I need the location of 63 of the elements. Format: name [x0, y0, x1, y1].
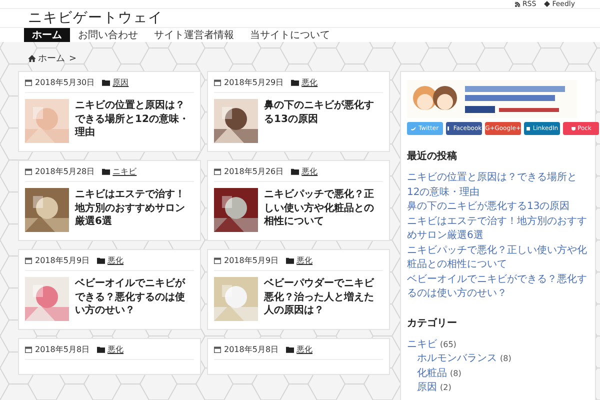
recent-post-link[interactable]: ニキビはエステで治す！地方別のおすすめサロン厳選6選 [407, 214, 589, 244]
folder-icon [290, 168, 299, 175]
home-icon [28, 55, 36, 62]
post-date: 2018年5月26日 [224, 166, 284, 177]
calendar-icon [214, 346, 221, 353]
category-link[interactable]: 悪化 [108, 344, 124, 355]
category-link[interactable]: 悪化 [302, 166, 318, 177]
post-date: 2018年5月8日 [35, 344, 90, 355]
post-date: 2018年5月9日 [224, 255, 279, 266]
category-link[interactable]: 化粧品 [417, 366, 447, 381]
post-date: 2018年5月29日 [224, 77, 284, 88]
category-link[interactable]: 原因 [417, 381, 437, 396]
calendar-icon [25, 257, 32, 264]
category-count: (2) [440, 383, 452, 392]
post-date: 2018年5月30日 [35, 77, 95, 88]
post-title[interactable]: ニキビはエステで治す！地方別のおすすめサロン厳選6選 [75, 188, 194, 232]
breadcrumb-home-link[interactable]: ホーム [28, 52, 65, 65]
category-link[interactable]: 悪化 [296, 344, 313, 355]
category-count: (8) [450, 368, 462, 378]
post-title[interactable]: ベビーオイルでニキビができる？悪化するのは使い方のせい？ [75, 277, 194, 321]
nav-item[interactable]: お問い合わせ [70, 28, 146, 42]
square-icon [526, 126, 531, 131]
post-date: 2018年5月8日 [224, 344, 279, 355]
folder-icon [102, 168, 110, 175]
category-link[interactable]: ニキビ [112, 166, 137, 177]
nav-item[interactable]: ホーム [24, 28, 70, 42]
folder-icon [96, 257, 105, 264]
calendar-icon [25, 168, 32, 175]
category-count: (65) [440, 340, 456, 348]
category-count: (8) [500, 354, 512, 363]
category-link[interactable]: ニキビ [407, 338, 437, 352]
rss-icon [515, 2, 520, 6]
category-link[interactable]: 原因 [112, 77, 129, 88]
folder-icon [102, 79, 110, 86]
category-link[interactable]: 悪化 [108, 255, 124, 266]
calendar-icon [25, 79, 32, 86]
breadcrumb-separator: > [69, 54, 77, 64]
folder-icon [96, 346, 105, 353]
post-date: 2018年5月28日 [35, 166, 95, 177]
nav-item[interactable]: 当サイトについて [242, 28, 338, 42]
post-date: 2018年5月9日 [35, 255, 90, 266]
post-title[interactable]: ベビーパウダーでニキビ悪化？治った人と増えた人の原因は？ [264, 277, 383, 321]
calendar-icon [214, 257, 221, 264]
recent-post-link[interactable]: ベビーオイルでニキビができる？悪化するのは使い方のせい？ [407, 272, 589, 302]
folder-icon [290, 79, 299, 86]
recent-post-link[interactable]: ニキビパッチで悪化？正しい使い方や化粧品との相性について [407, 244, 589, 272]
category-link[interactable]: ホルモンバランス [417, 352, 497, 366]
folder-icon [286, 346, 294, 353]
section-heading: カテゴリー [407, 316, 458, 330]
calendar-icon [214, 168, 221, 175]
post-title[interactable]: ニキビパッチで悪化？正しい使い方や化粧品との相性について [264, 188, 383, 232]
folder-icon [286, 257, 294, 264]
pocket-icon [570, 126, 576, 131]
category-link[interactable]: 悪化 [296, 255, 313, 266]
section-heading: 最近の投稿 [407, 150, 458, 163]
recent-post-link[interactable]: 鼻の下のニキビが悪化する13の原因 [407, 200, 589, 214]
nav-item[interactable]: サイト運営者情報 [146, 28, 242, 42]
recent-post-link[interactable]: ニキビの位置と原因は？できる場所と12の意味・理由 [407, 171, 589, 200]
post-title[interactable]: ニキビの位置と原因は？できる場所と12の意味・理由 [75, 99, 194, 143]
post-title[interactable]: 鼻の下のニキビが悪化する13の原因 [264, 99, 383, 143]
calendar-icon [25, 346, 32, 353]
category-link[interactable]: 悪化 [302, 77, 318, 88]
calendar-icon [214, 79, 221, 86]
